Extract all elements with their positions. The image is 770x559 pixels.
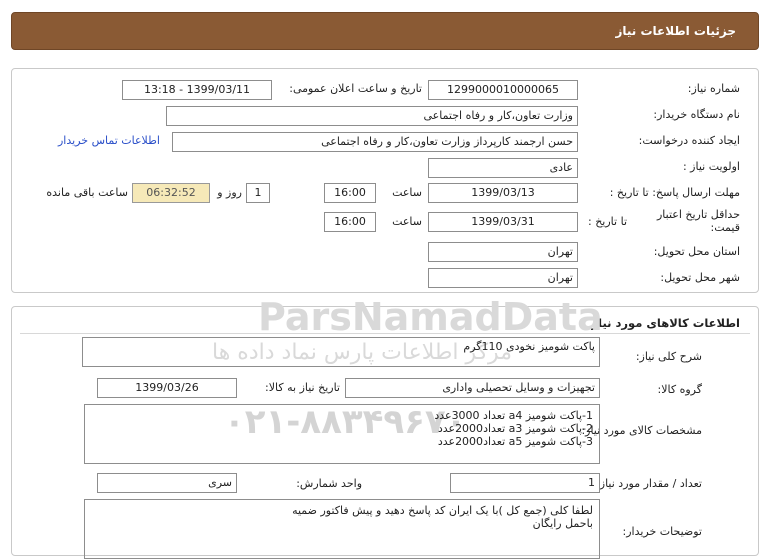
- remaining-time-field: 06:32:52: [132, 183, 210, 203]
- section-divider: [20, 333, 750, 334]
- validity-date-field: 1399/03/31: [428, 212, 578, 232]
- days-label: روز و: [217, 186, 242, 199]
- announce-label: تاریخ و ساعت اعلان عمومی:: [289, 82, 422, 95]
- buyer-field: وزارت تعاون،کار و رفاه اجتماعی: [166, 106, 578, 126]
- unit-field: سری: [97, 473, 237, 493]
- buyer-label: نام دستگاه خریدار:: [653, 108, 740, 121]
- page-title: جزئیات اطلاعات نیاز: [615, 24, 736, 38]
- page-header: جزئیات اطلاعات نیاز: [11, 12, 759, 50]
- validity-to-label: تا تاریخ :: [588, 215, 627, 228]
- need-info-panel: [11, 68, 759, 293]
- qty-label: تعداد / مقدار مورد نیاز:: [596, 477, 702, 490]
- priority-label: اولویت نیاز :: [682, 160, 740, 173]
- city-label: شهر محل تحویل:: [660, 271, 740, 284]
- qty-field: 1: [450, 473, 600, 493]
- deadline-time-field: 16:00: [324, 183, 376, 203]
- deadline-date-field: 1399/03/13: [428, 183, 578, 203]
- need-date-label: تاریخ نیاز به کالا:: [265, 381, 340, 394]
- need-date-field: 1399/03/26: [97, 378, 237, 398]
- need-number-field: 1299000010000065: [428, 80, 578, 100]
- validity-label: حداقل تاریخ اعتبار قیمت:: [656, 208, 740, 234]
- creator-field: حسن ارجمند کارپرداز وزارت تعاون،کار و رف…: [172, 132, 578, 152]
- creator-label: ایجاد کننده درخواست:: [638, 134, 740, 147]
- days-remaining-field: 1: [246, 183, 270, 203]
- city-field: تهران: [428, 268, 578, 288]
- deadline-label: مهلت ارسال پاسخ: تا تاریخ :: [609, 186, 740, 199]
- unit-label: واحد شمارش:: [296, 477, 362, 490]
- desc-field: پاکت شومیز نخودی 110گرم: [82, 337, 600, 367]
- province-field: تهران: [428, 242, 578, 262]
- announce-field: 1399/03/11 - 13:18: [122, 80, 272, 100]
- validity-time-label: ساعت: [392, 215, 422, 228]
- notes-field: لطفا کلی (جمع کل )با یک ایران کد پاسخ ده…: [84, 499, 600, 559]
- need-number-label: شماره نیاز:: [687, 82, 740, 95]
- notes-label: توضیحات خریدار:: [622, 525, 703, 538]
- spec-field: 1-پاکت شومیز a4 تعداد 3000عدد 2-پاکت شوم…: [84, 404, 600, 464]
- province-label: استان محل تحویل:: [653, 245, 740, 258]
- remaining-label: ساعت باقی مانده: [46, 186, 128, 199]
- buyer-contact-link[interactable]: اطلاعات تماس خریدار: [58, 134, 160, 147]
- desc-label: شرح کلی نیاز:: [635, 350, 702, 363]
- goods-section-title: اطلاعات کالاهای مورد نیاز: [591, 316, 740, 330]
- validity-time-field: 16:00: [324, 212, 376, 232]
- group-label: گروه کالا:: [657, 383, 702, 396]
- priority-field: عادی: [428, 158, 578, 178]
- group-field: تجهیزات و وسایل تحصیلی واداری: [345, 378, 600, 398]
- deadline-time-label: ساعت: [392, 186, 422, 199]
